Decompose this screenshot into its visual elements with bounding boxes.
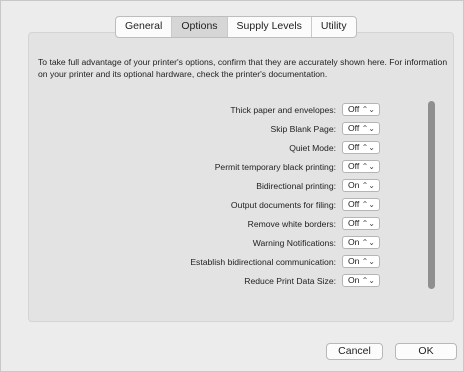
option-row: Bidirectional printing: On ⌃⌄	[38, 177, 428, 196]
tab-utility[interactable]: Utility	[312, 17, 356, 37]
tab-options[interactable]: Options	[172, 17, 228, 37]
option-popup[interactable]: Off ⌃⌄	[342, 198, 380, 211]
option-popup[interactable]: On ⌃⌄	[342, 179, 380, 192]
tab-bar: General Options Supply Levels Utility	[115, 16, 357, 38]
option-row: Permit temporary black printing: Off ⌃⌄	[38, 158, 428, 177]
option-value: Off	[348, 142, 360, 152]
ok-button[interactable]: OK	[395, 343, 457, 360]
tab-general[interactable]: General	[116, 17, 173, 37]
option-value: Off	[348, 123, 360, 133]
option-label: Permit temporary black printing:	[214, 162, 336, 172]
option-row: Quiet Mode: Off ⌃⌄	[38, 139, 428, 158]
option-popup[interactable]: On ⌃⌄	[342, 255, 380, 268]
option-value: On	[348, 180, 360, 190]
up-down-arrows-icon: ⌃⌄	[361, 238, 375, 247]
option-row: Remove white borders: Off ⌃⌄	[38, 215, 428, 234]
option-value: On	[348, 275, 360, 285]
option-row: Reduce Print Data Size: On ⌃⌄	[38, 272, 428, 291]
option-label: Output documents for filing:	[230, 200, 336, 210]
up-down-arrows-icon: ⌃⌄	[361, 162, 375, 171]
scrollbar-thumb[interactable]	[428, 101, 435, 289]
option-popup[interactable]: On ⌃⌄	[342, 236, 380, 249]
option-label: Establish bidirectional communication:	[190, 257, 336, 267]
option-row: Skip Blank Page: Off ⌃⌄	[38, 120, 428, 139]
up-down-arrows-icon: ⌃⌄	[361, 200, 375, 209]
option-value: Off	[348, 218, 360, 228]
up-down-arrows-icon: ⌃⌄	[361, 219, 375, 228]
option-label: Quiet Mode:	[289, 143, 336, 153]
option-popup[interactable]: Off ⌃⌄	[342, 122, 380, 135]
option-row: Establish bidirectional communication: O…	[38, 253, 428, 272]
option-popup[interactable]: Off ⌃⌄	[342, 160, 380, 173]
option-value: Off	[348, 104, 360, 114]
options-scrollbar[interactable]	[428, 101, 436, 311]
option-popup[interactable]: Off ⌃⌄	[342, 217, 380, 230]
option-value: On	[348, 256, 360, 266]
option-label: Thick paper and envelopes:	[230, 105, 336, 115]
option-label: Skip Blank Page:	[270, 124, 336, 134]
option-row: Thick paper and envelopes: Off ⌃⌄	[38, 101, 428, 120]
intro-text: To take full advantage of your printer's…	[38, 57, 448, 79]
option-label: Bidirectional printing:	[256, 181, 336, 191]
up-down-arrows-icon: ⌃⌄	[361, 257, 375, 266]
option-popup[interactable]: Off ⌃⌄	[342, 103, 380, 116]
option-label: Reduce Print Data Size:	[244, 276, 336, 286]
option-value: On	[348, 237, 360, 247]
up-down-arrows-icon: ⌃⌄	[361, 143, 375, 152]
option-label: Warning Notifications:	[252, 238, 336, 248]
option-row: Output documents for filing: Off ⌃⌄	[38, 196, 428, 215]
option-popup[interactable]: On ⌃⌄	[342, 274, 380, 287]
cancel-button[interactable]: Cancel	[326, 343, 383, 360]
option-label: Remove white borders:	[247, 219, 336, 229]
option-value: Off	[348, 199, 360, 209]
option-popup[interactable]: Off ⌃⌄	[342, 141, 380, 154]
tab-supply-levels[interactable]: Supply Levels	[228, 17, 312, 37]
option-value: Off	[348, 161, 360, 171]
options-list: Thick paper and envelopes: Off ⌃⌄ Skip B…	[38, 101, 428, 313]
up-down-arrows-icon: ⌃⌄	[361, 105, 375, 114]
option-row: Warning Notifications: On ⌃⌄	[38, 234, 428, 253]
up-down-arrows-icon: ⌃⌄	[361, 124, 375, 133]
up-down-arrows-icon: ⌃⌄	[361, 181, 375, 190]
printer-options-dialog: General Options Supply Levels Utility To…	[0, 0, 464, 372]
up-down-arrows-icon: ⌃⌄	[361, 276, 375, 285]
